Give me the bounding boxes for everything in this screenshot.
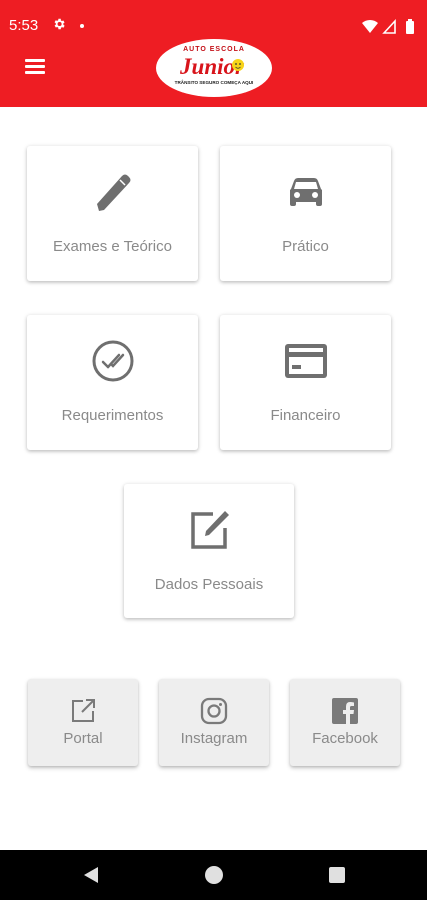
external-link-icon	[72, 699, 95, 722]
pencil-icon	[96, 174, 130, 211]
edit-square-icon	[191, 511, 229, 549]
facebook-label: Facebook	[312, 730, 378, 747]
app-screen: 5:53 AUTO ESCOLA Junior TRÂNSITO SEGURO …	[0, 0, 427, 900]
tile-dados-pessoais[interactable]: Dados Pessoais	[124, 484, 294, 618]
tile-label: Exames e Teórico	[53, 238, 172, 255]
tile-label: Prático	[282, 238, 329, 255]
tile-label: Financeiro	[270, 407, 341, 424]
facebook-icon	[332, 698, 358, 724]
battery-icon	[406, 19, 414, 34]
gear-icon	[54, 18, 65, 30]
back-icon[interactable]	[82, 865, 100, 885]
system-status-icons	[362, 18, 414, 34]
svg-text:TRÂNSITO SEGURO COMEÇA AQUI: TRÂNSITO SEGURO COMEÇA AQUI	[175, 79, 254, 85]
instagram-icon	[200, 697, 228, 725]
tile-requerimentos[interactable]: Requerimentos	[27, 315, 198, 450]
check-circle-icon	[92, 340, 133, 382]
car-icon	[289, 178, 322, 206]
home-icon[interactable]	[205, 866, 223, 884]
portal-label: Portal	[63, 730, 103, 747]
signal-icon	[382, 18, 396, 34]
tile-label: Dados Pessoais	[154, 576, 264, 593]
status-time: 5:53	[9, 17, 39, 34]
svg-text:AUTO ESCOLA: AUTO ESCOLA	[183, 46, 245, 53]
auto-escola-junior-logo: AUTO ESCOLA Junior TRÂNSITO SEGURO COMEÇ…	[156, 39, 272, 97]
hamburger-menu-icon[interactable]	[22, 55, 48, 77]
tile-exames-teorico[interactable]: Exames e Teórico	[27, 146, 198, 281]
portal-button[interactable]: Portal	[28, 679, 138, 766]
wifi-icon	[362, 19, 378, 33]
tile-financeiro[interactable]: Financeiro	[220, 315, 391, 450]
app-header: 5:53 AUTO ESCOLA Junior TRÂNSITO SEGURO …	[0, 0, 427, 107]
system-navigation-bar	[0, 850, 427, 900]
instagram-button[interactable]: Instagram	[159, 679, 269, 766]
recents-icon[interactable]	[329, 867, 345, 883]
tile-label: Requerimentos	[61, 407, 164, 424]
facebook-button[interactable]: Facebook	[290, 679, 400, 766]
tile-pratico[interactable]: Prático	[220, 146, 391, 281]
instagram-label: Instagram	[180, 730, 248, 747]
credit-card-icon	[284, 344, 327, 378]
notification-dot-icon	[80, 24, 84, 28]
